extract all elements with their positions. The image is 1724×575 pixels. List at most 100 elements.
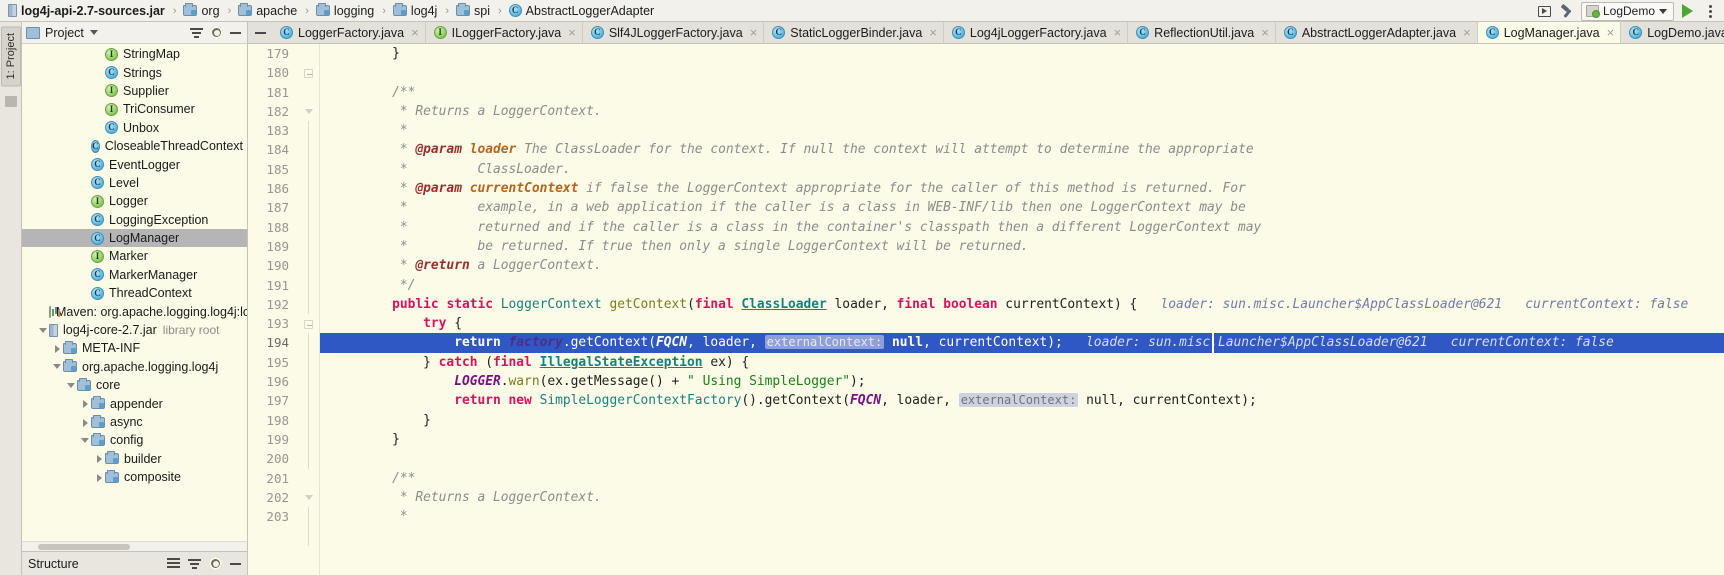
code-line[interactable] [320, 63, 1724, 82]
source-code[interactable]: } /** * Returns a LoggerContext. * * @pa… [320, 44, 1724, 526]
line-number[interactable]: 194 [248, 333, 319, 352]
hammer-icon[interactable] [1558, 1, 1578, 21]
code-line[interactable]: /** [320, 469, 1724, 488]
line-number[interactable]: 182 [248, 102, 319, 121]
code-line[interactable]: } [320, 411, 1724, 430]
tree-node[interactable]: I Supplier [22, 82, 247, 100]
gear-icon[interactable] [209, 557, 222, 570]
line-number[interactable]: 183 [248, 121, 319, 140]
line-number[interactable]: 185 [248, 160, 319, 179]
collapse-all-icon[interactable] [188, 557, 201, 570]
tree-node[interactable]: C Level [22, 174, 247, 192]
tree-node[interactable]: C LoggingException [22, 211, 247, 229]
minimize-icon[interactable] [230, 31, 241, 34]
line-number[interactable]: 179 [248, 44, 319, 63]
code-line[interactable]: * ClassLoader. [320, 160, 1724, 179]
line-number[interactable]: 190 [248, 256, 319, 275]
code-line[interactable]: try { [320, 314, 1724, 333]
editor-tab[interactable]: C Slf4JLoggerFactory.java × [582, 22, 765, 43]
tree-node[interactable]: Maven: org.apache.logging.log4j:lo [22, 302, 247, 320]
tree-node[interactable]: appender [22, 394, 247, 412]
code-line[interactable]: * Returns a LoggerContext. [320, 488, 1724, 507]
tree-node[interactable]: log4j-core-2.7.jar library root [22, 321, 247, 339]
line-number[interactable]: 198 [248, 411, 319, 430]
close-icon[interactable]: × [1605, 26, 1615, 39]
close-icon[interactable]: × [1259, 26, 1269, 39]
line-number[interactable]: 199 [248, 430, 319, 449]
code-line[interactable]: * [320, 121, 1724, 140]
breadcrumb-item[interactable]: C AbstractLoggerAdapter [507, 0, 657, 22]
tree-node[interactable]: C MarkerManager [22, 266, 247, 284]
horizontal-scrollbar[interactable] [22, 541, 247, 551]
code-line[interactable]: } [320, 430, 1724, 449]
editor-tab-active[interactable]: C LogManager.java × [1477, 22, 1622, 43]
tree-node-selected[interactable]: C LogManager [22, 228, 247, 248]
tree-node[interactable]: C Unbox [22, 119, 247, 137]
tree-node[interactable]: core [22, 376, 247, 394]
preview-icon[interactable] [1535, 1, 1555, 21]
tree-node[interactable]: builder [22, 450, 247, 468]
minimize-icon[interactable] [230, 562, 241, 565]
editor-tab[interactable]: I ILoggerFactory.java × [425, 22, 583, 43]
close-icon[interactable]: × [409, 26, 419, 39]
line-number[interactable]: 197 [248, 391, 319, 410]
breadcrumb-item[interactable]: log4j-api-2.7-sources.jar [6, 0, 167, 22]
chevron-right-icon[interactable] [80, 417, 91, 428]
chevron-down-icon[interactable] [89, 30, 98, 35]
editor-tab[interactable]: C ReflectionUtil.java × [1128, 22, 1276, 43]
line-number[interactable]: 200 [248, 449, 319, 468]
chevron-down-icon[interactable] [80, 435, 91, 446]
line-number[interactable]: 201 [248, 469, 319, 488]
expand-all-icon[interactable] [167, 557, 180, 570]
line-number[interactable]: 187 [248, 198, 319, 217]
code-line[interactable]: LOGGER.warn(ex.getMessage() + " Using Si… [320, 372, 1724, 391]
line-number[interactable]: 186 [248, 179, 319, 198]
tree-node[interactable]: C CloseableThreadContext [22, 137, 247, 155]
editor-tab[interactable]: C AbstractLoggerAdapter.java × [1275, 22, 1478, 43]
code-line[interactable]: * @param currentContext if false the Log… [320, 179, 1724, 198]
chevron-down-icon[interactable] [52, 361, 63, 372]
chevron-right-icon[interactable] [52, 343, 63, 354]
close-icon[interactable]: × [566, 26, 576, 39]
tree-node[interactable]: C ThreadContext [22, 284, 247, 302]
run-icon[interactable] [1677, 1, 1697, 21]
chevron-right-icon[interactable] [94, 472, 105, 483]
line-number[interactable]: 184 [248, 140, 319, 159]
editor-tab[interactable]: C Log4jLoggerFactory.java × [943, 22, 1129, 43]
more-icon[interactable] [1700, 1, 1720, 21]
code-line[interactable]: * example, in a web application if the c… [320, 198, 1724, 217]
line-number[interactable]: 188 [248, 218, 319, 237]
close-icon[interactable]: × [748, 26, 758, 39]
code-line[interactable]: * @param loader The ClassLoader for the … [320, 140, 1724, 159]
chevron-right-icon[interactable] [80, 398, 91, 409]
code-line[interactable]: */ [320, 276, 1724, 295]
breadcrumb-item[interactable]: log4j [391, 0, 439, 22]
code-line[interactable]: * @return a LoggerContext. [320, 256, 1724, 275]
code-line[interactable]: * [320, 507, 1724, 526]
line-number[interactable]: 202 [248, 488, 319, 507]
line-number-gutter[interactable]: 179 180 181 182 183 184 185 186 187 188 189 190 191 1… [248, 44, 320, 575]
code-line[interactable]: public static LoggerContext getContext(f… [320, 295, 1724, 314]
fold-marker[interactable] [304, 526, 313, 546]
code-line[interactable]: * be returned. If true then only a singl… [320, 237, 1724, 256]
code-line[interactable] [320, 449, 1724, 468]
run-configuration-selector[interactable]: LogDemo [1580, 1, 1674, 21]
code-line[interactable]: /** [320, 83, 1724, 102]
close-icon[interactable]: × [1112, 26, 1122, 39]
tree-node[interactable]: I Marker [22, 247, 247, 265]
tree-node[interactable]: C EventLogger [22, 155, 247, 173]
line-number[interactable]: 189 [248, 237, 319, 256]
code-line[interactable]: * returned and if the caller is a class … [320, 218, 1724, 237]
breadcrumb-item[interactable]: spi [454, 0, 492, 22]
chevron-down-icon[interactable] [66, 380, 77, 391]
collapse-all-icon[interactable] [190, 26, 203, 39]
minimize-icon[interactable] [248, 22, 272, 43]
close-icon[interactable]: × [927, 26, 937, 39]
project-tree[interactable]: I StringMap C Strings I Supplier I TriConsumer C… [22, 44, 247, 541]
code-line[interactable]: } catch (final IllegalStateException ex)… [320, 353, 1724, 372]
code-line[interactable]: return new SimpleLoggerContextFactory().… [320, 391, 1724, 410]
editor-tab[interactable]: CLogDemo.java× [1621, 22, 1724, 43]
chevron-down-icon[interactable] [38, 325, 49, 336]
close-icon[interactable]: × [1461, 26, 1471, 39]
tree-node[interactable]: C Strings [22, 63, 247, 81]
